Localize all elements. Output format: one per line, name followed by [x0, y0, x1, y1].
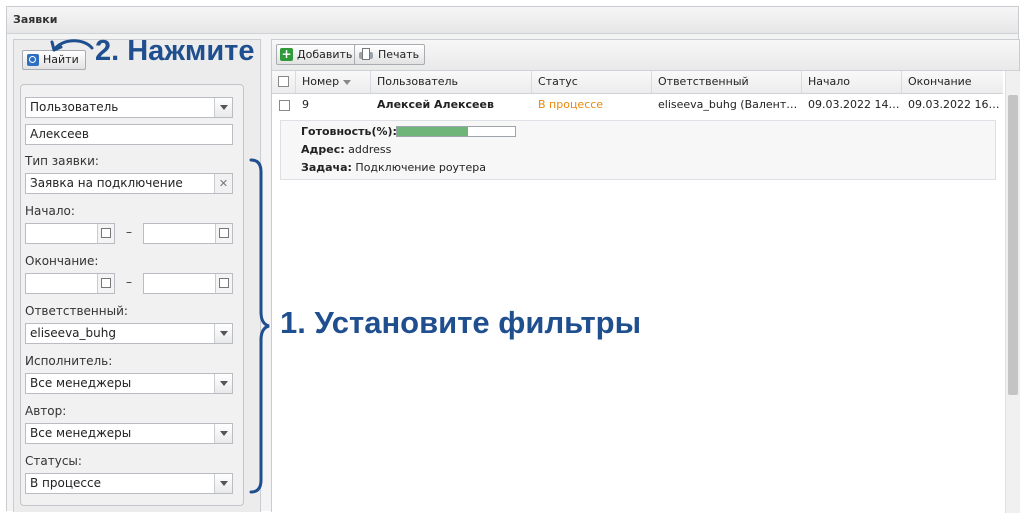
task-line: Задача: Подключение роутера — [301, 161, 486, 174]
readiness-line: Готовность(%): — [301, 125, 397, 138]
print-button[interactable]: Печать — [354, 44, 426, 65]
end-range-dash: – — [126, 275, 132, 289]
filter-panel: Найти Пользователь Алексеев Тип заявки: … — [13, 39, 261, 512]
window-title: Заявки — [7, 7, 1018, 34]
row-start: 09.03.2022 14:07 — [808, 98, 902, 111]
user-field-select-value: Пользователь — [30, 100, 119, 114]
row-end: 09.03.2022 16:00 — [908, 98, 1003, 111]
column-status-label: Статус — [538, 75, 578, 88]
printer-icon — [358, 48, 374, 61]
sort-desc-icon — [343, 79, 352, 85]
type-select[interactable]: Заявка на подключение ✕ — [25, 173, 233, 194]
executor-select-value: Все менеджеры — [30, 376, 132, 390]
annotation-step1: 1. Установите фильтры — [280, 305, 642, 340]
author-select-value: Все менеджеры — [30, 426, 132, 440]
column-responsible[interactable]: Ответственный — [652, 71, 802, 93]
column-end[interactable]: Окончание — [902, 71, 1003, 93]
grid-toolbar: + Добавить Печать — [272, 40, 1019, 71]
row-responsible: eliseeva_buhg (Валентин… — [658, 98, 802, 111]
select-all-checkbox[interactable] — [278, 76, 289, 87]
address-line: Адрес: address — [301, 143, 391, 156]
responsible-select-value: eliseeva_buhg — [30, 326, 116, 340]
end-from-input[interactable] — [25, 273, 115, 294]
column-user-label: Пользователь — [377, 75, 459, 88]
grid-scrollbar[interactable] — [1005, 71, 1020, 513]
calendar-icon[interactable] — [215, 224, 232, 243]
annotation-bracket-icon — [249, 158, 270, 494]
start-to-input[interactable] — [143, 223, 233, 244]
row-user: Алексей Алексеев — [377, 98, 494, 111]
readiness-progress-bar — [396, 126, 516, 137]
annotation-arrow-icon — [50, 39, 94, 52]
filter-box: Пользователь Алексеев Тип заявки: Заявка… — [20, 84, 244, 506]
task-value: Подключение роутера — [355, 161, 486, 174]
type-select-value: Заявка на подключение — [30, 176, 183, 190]
chevron-down-icon[interactable] — [214, 424, 232, 443]
chevron-down-icon[interactable] — [214, 98, 232, 117]
user-field-select[interactable]: Пользователь — [25, 97, 233, 118]
status-select[interactable]: В процессе — [25, 473, 233, 494]
scrollbar-thumb[interactable] — [1008, 95, 1018, 395]
readiness-progress-fill — [397, 127, 468, 136]
column-user[interactable]: Пользователь — [371, 71, 532, 93]
chevron-down-icon[interactable] — [214, 474, 232, 493]
responsible-select[interactable]: eliseeva_buhg — [25, 323, 233, 344]
calendar-icon[interactable] — [97, 224, 114, 243]
user-search-input[interactable]: Алексеев — [25, 124, 233, 145]
column-start-label: Начало — [808, 75, 851, 88]
annotation-step2: 2. Нажмите — [95, 35, 255, 67]
responsible-label: Ответственный: — [25, 304, 128, 318]
requests-grid-panel: + Добавить Печать Номер Пользователь Ста… — [271, 39, 1020, 513]
chevron-down-icon[interactable] — [214, 324, 232, 343]
end-to-input[interactable] — [143, 273, 233, 294]
status-select-value: В процессе — [30, 476, 101, 490]
calendar-icon[interactable] — [97, 274, 114, 293]
clear-icon[interactable]: ✕ — [214, 174, 232, 193]
column-number[interactable]: Номер — [296, 71, 371, 93]
executor-label: Исполнитель: — [25, 354, 113, 368]
start-range-dash: – — [126, 225, 132, 239]
end-label: Окончание: — [25, 254, 99, 268]
add-button[interactable]: + Добавить — [276, 44, 359, 65]
type-label: Тип заявки: — [25, 154, 99, 168]
print-button-label: Печать — [378, 48, 420, 61]
task-label: Задача: — [301, 161, 352, 174]
search-icon — [27, 54, 39, 66]
column-start[interactable]: Начало — [802, 71, 902, 93]
requests-window: Заявки Найти Пользователь Алексеев Тип з… — [6, 6, 1020, 513]
row-number: 9 — [302, 98, 309, 111]
column-status[interactable]: Статус — [532, 71, 652, 93]
add-button-label: Добавить — [297, 48, 353, 61]
table-row[interactable]: 9 Алексей Алексеев В процессе eliseeva_b… — [272, 94, 1003, 116]
author-label: Автор: — [25, 404, 67, 418]
column-responsible-label: Ответственный — [658, 75, 749, 88]
address-label: Адрес: — [301, 143, 345, 156]
start-from-input[interactable] — [25, 223, 115, 244]
row-checkbox[interactable] — [279, 100, 290, 111]
column-end-label: Окончание — [908, 75, 972, 88]
executor-select[interactable]: Все менеджеры — [25, 373, 233, 394]
plus-icon: + — [280, 47, 293, 61]
author-select[interactable]: Все менеджеры — [25, 423, 233, 444]
calendar-icon[interactable] — [215, 274, 232, 293]
start-label: Начало: — [25, 204, 75, 218]
select-all-column — [272, 71, 296, 93]
user-search-value: Алексеев — [30, 127, 89, 141]
grid-header: Номер Пользователь Статус Ответственный … — [272, 71, 1003, 94]
status-label: Статусы: — [25, 454, 82, 468]
row-details: Готовность(%): Адрес: address Задача: По… — [280, 120, 996, 180]
chevron-down-icon[interactable] — [214, 374, 232, 393]
readiness-label: Готовность(%): — [301, 125, 397, 138]
row-status: В процессе — [538, 98, 604, 111]
address-value: address — [348, 143, 392, 156]
column-number-label: Номер — [302, 75, 340, 88]
